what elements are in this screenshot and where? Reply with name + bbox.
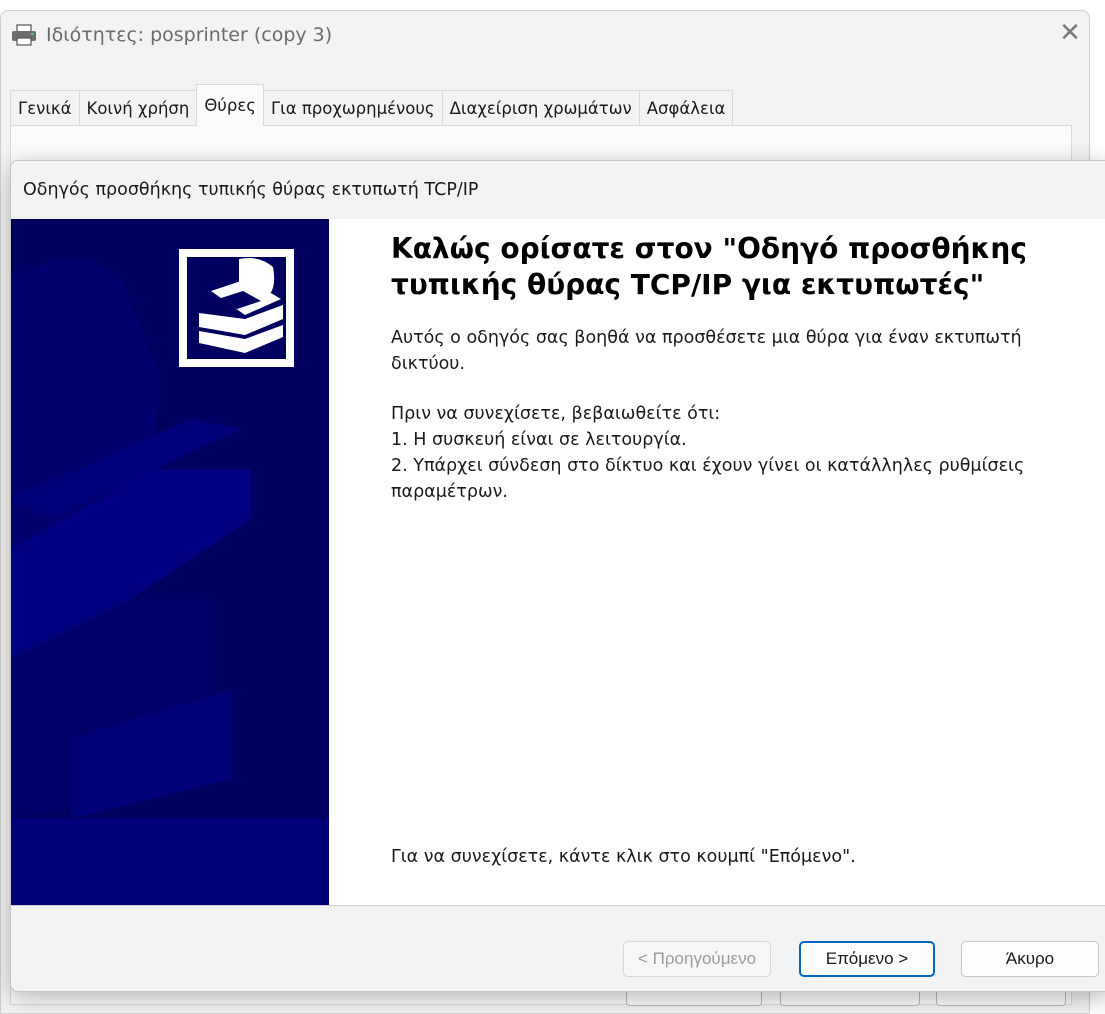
wizard-intro: Αυτός ο οδηγός σας βοηθά να προσθέσετε μ… xyxy=(391,328,1022,374)
tcpip-port-wizard-dialog: Οδηγός προσθήκης τυπικής θύρας εκτυπωτή … xyxy=(10,160,1105,992)
properties-tabs: Γενικά Κοινή χρήση Θύρες Για προχωρημένο… xyxy=(10,84,734,126)
wizard-body: Καλώς ορίσατε στον "Οδηγό προσθήκης τυπι… xyxy=(11,219,1105,905)
printer-icon xyxy=(179,249,294,367)
wizard-separator xyxy=(11,905,1105,906)
printer-icon xyxy=(12,24,36,46)
close-icon[interactable]: ✕ xyxy=(1055,18,1085,48)
background-button xyxy=(626,990,762,1006)
wizard-banner-art xyxy=(11,219,329,905)
background-button xyxy=(780,990,920,1006)
wizard-content: Καλώς ορίσατε στον "Οδηγό προσθήκης τυπι… xyxy=(391,231,1091,505)
properties-title: Ιδιότητες: posprinter (copy 3) xyxy=(46,24,333,46)
tab-advanced[interactable]: Για προχωρημένους xyxy=(262,90,443,126)
wizard-title: Οδηγός προσθήκης τυπικής θύρας εκτυπωτή … xyxy=(11,161,1105,219)
requirement-item: 1. Η συσκευή είναι σε λειτουργία. xyxy=(391,430,687,450)
tab-ports[interactable]: Θύρες xyxy=(196,84,264,126)
tab-security[interactable]: Ασφάλεια xyxy=(638,90,734,126)
tab-color-management[interactable]: Διαχείριση χρωμάτων xyxy=(441,90,640,126)
wizard-side-banner xyxy=(11,219,329,905)
next-button[interactable]: Επόμενο > xyxy=(799,941,935,977)
properties-title-bar: Ιδιότητες: posprinter (copy 3) xyxy=(10,22,332,48)
background-button xyxy=(936,990,1066,1006)
cancel-button[interactable]: Άκυρο xyxy=(961,941,1099,977)
back-button[interactable]: < Προηγούμενο xyxy=(623,941,771,977)
tab-general[interactable]: Γενικά xyxy=(10,90,80,126)
wizard-continue-hint: Για να συνεχίσετε, κάντε κλικ στο κουμπί… xyxy=(391,847,856,867)
tab-sharing[interactable]: Κοινή χρήση xyxy=(78,90,198,126)
wizard-before-title: Πριν να συνεχίσετε, βεβαιωθείτε ότι: xyxy=(391,404,721,424)
wizard-heading: Καλώς ορίσατε στον "Οδηγό προσθήκης τυπι… xyxy=(391,232,1027,301)
requirement-item: 2. Υπάρχει σύνδεση στο δίκτυο και έχουν … xyxy=(391,456,1025,502)
